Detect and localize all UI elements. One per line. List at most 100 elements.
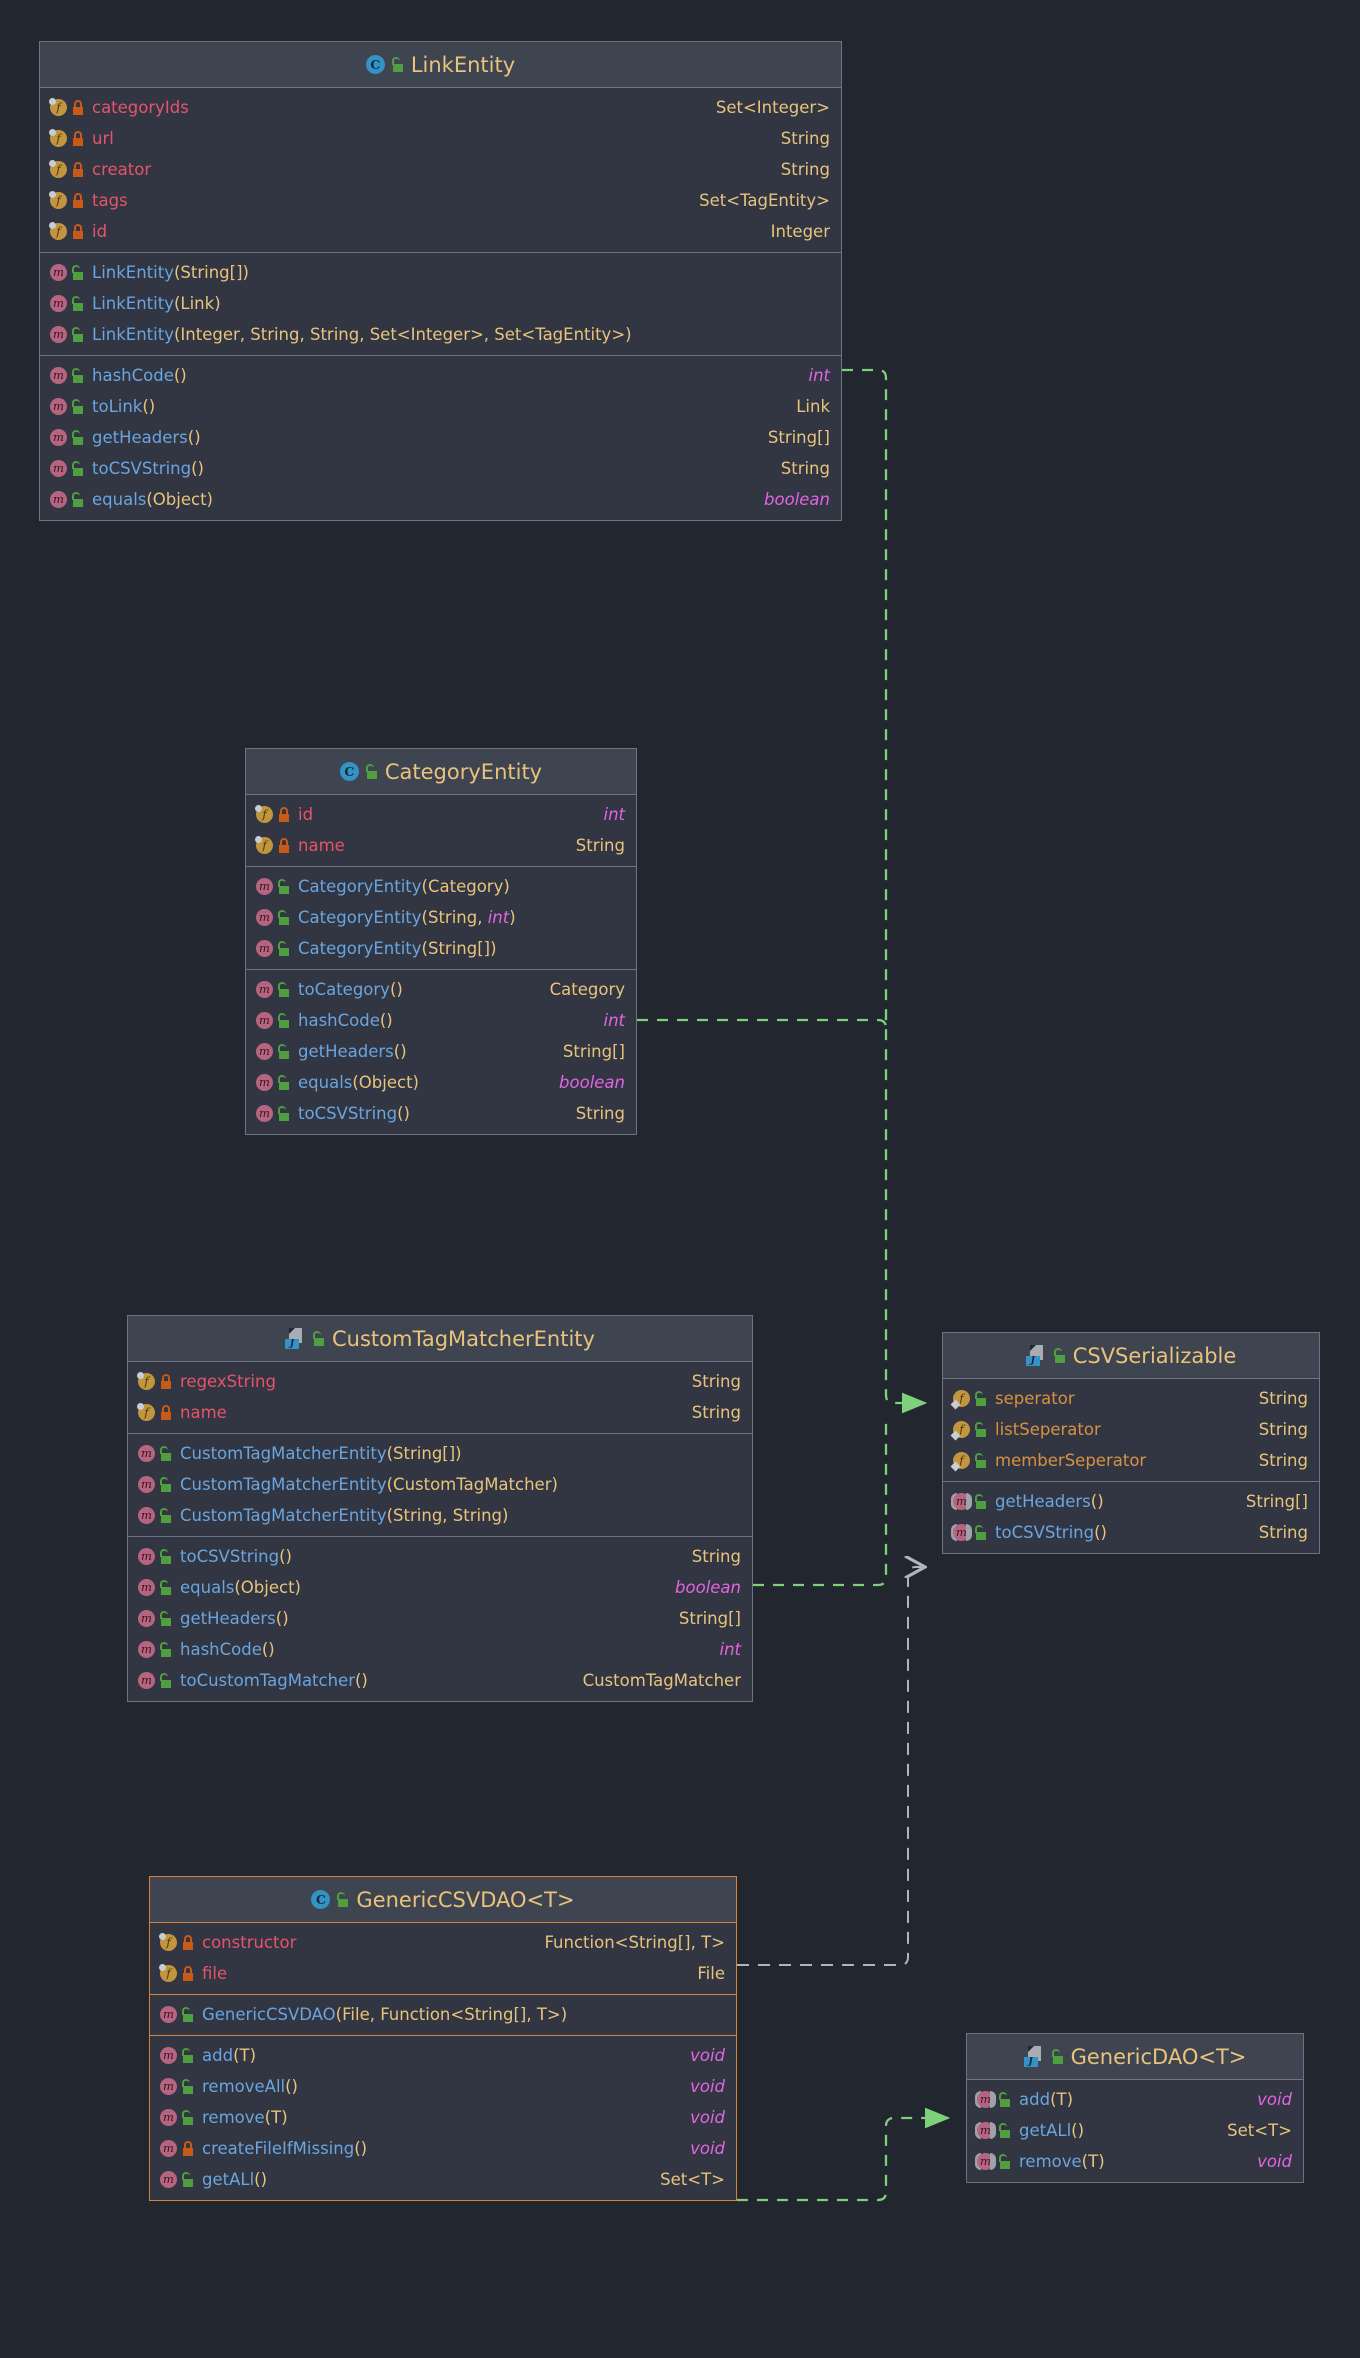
class-box-csvserializable[interactable]: J CSVSerializable f seperator String f l…: [942, 1332, 1320, 1554]
field-row[interactable]: f categoryIds Set<Integer>: [40, 92, 841, 123]
field-row[interactable]: f name String: [128, 1397, 752, 1428]
class-title: CSVSerializable: [1072, 1343, 1237, 1368]
return-type: String: [1258, 1523, 1308, 1542]
return-type: void: [690, 2139, 725, 2158]
method-signature: getALl(): [1019, 2121, 1085, 2140]
private-lock-icon: [72, 193, 84, 208]
public-unlocked-icon: [975, 1422, 987, 1437]
field-row[interactable]: f tags Set<TagEntity>: [40, 185, 841, 216]
class-header-linkentity: C LinkEntity: [40, 42, 841, 88]
field-row[interactable]: f regexString String: [128, 1366, 752, 1397]
method-row[interactable]: m hashCode() int: [246, 1005, 636, 1036]
class-box-genericdao[interactable]: J GenericDAO<T> m add(T) void m getALl()…: [966, 2033, 1304, 2183]
method-icon: m: [255, 1042, 274, 1061]
class-header-customtagmatcherentity: J CustomTagMatcherEntity: [128, 1316, 752, 1362]
method-row[interactable]: m equals(Object) boolean: [40, 484, 841, 515]
private-lock-icon: [160, 1405, 172, 1420]
return-type: Set<T>: [1227, 2121, 1292, 2140]
class-box-customtagmatcherentity[interactable]: J CustomTagMatcherEntity f regexString S…: [127, 1315, 753, 1702]
method-row[interactable]: m getALl() Set<T>: [967, 2115, 1303, 2146]
field-row[interactable]: f file File: [150, 1958, 736, 1989]
java-file-icon: J: [285, 1328, 306, 1349]
constructor-row[interactable]: m CustomTagMatcherEntity(String, String): [128, 1500, 752, 1531]
method-row[interactable]: m toCategory() Category: [246, 974, 636, 1005]
methods-section: m getHeaders() String[] m toCSVString() …: [943, 1481, 1319, 1553]
method-signature: equals(Object): [180, 1578, 301, 1597]
field-row[interactable]: f memberSeperator String: [943, 1445, 1319, 1476]
method-icon: m: [137, 1506, 156, 1525]
field-row[interactable]: f listSeperator String: [943, 1414, 1319, 1445]
method-row[interactable]: m getHeaders() String[]: [943, 1486, 1319, 1517]
method-row[interactable]: m remove(T) void: [150, 2102, 736, 2133]
method-row[interactable]: m toCustomTagMatcher() CustomTagMatcher: [128, 1665, 752, 1696]
method-row[interactable]: m toLink() Link: [40, 391, 841, 422]
private-lock-icon: [72, 100, 84, 115]
method-icon: m: [255, 939, 274, 958]
field-name: file: [202, 1964, 228, 1983]
public-unlocked-icon: [182, 2048, 194, 2063]
method-row[interactable]: m hashCode() int: [40, 360, 841, 391]
constructor-row[interactable]: m CategoryEntity(Category): [246, 871, 636, 902]
class-box-categoryentity[interactable]: C CategoryEntity f id int f name String: [245, 748, 637, 1135]
class-box-genericcsvdao[interactable]: C GenericCSVDAO<T> f constructor Functio…: [149, 1876, 737, 2201]
public-unlocked-icon: [182, 2079, 194, 2094]
method-row[interactable]: m removeAll() void: [150, 2071, 736, 2102]
method-row[interactable]: m remove(T) void: [967, 2146, 1303, 2177]
public-unlocked-icon: [72, 327, 84, 342]
field-row[interactable]: f name String: [246, 830, 636, 861]
method-signature: GenericCSVDAO(File, Function<String[], T…: [202, 2005, 568, 2024]
field-row[interactable]: f url String: [40, 123, 841, 154]
public-unlocked-icon: [999, 2154, 1011, 2169]
constructor-row[interactable]: m GenericCSVDAO(File, Function<String[],…: [150, 1999, 736, 2030]
method-row[interactable]: m toCSVString() String: [128, 1541, 752, 1572]
member-icons: m: [49, 428, 84, 447]
field-icon: f: [137, 1372, 156, 1391]
method-row[interactable]: m getHeaders() String[]: [246, 1036, 636, 1067]
field-row[interactable]: f seperator String: [943, 1383, 1319, 1414]
constructor-row[interactable]: m LinkEntity(Link): [40, 288, 841, 319]
member-icons: f: [950, 1420, 987, 1441]
constructor-row[interactable]: m LinkEntity(String[]): [40, 257, 841, 288]
method-icon: m: [137, 1475, 156, 1494]
method-row[interactable]: m add(T) void: [967, 2084, 1303, 2115]
method-row[interactable]: m hashCode() int: [128, 1634, 752, 1665]
return-type: boolean: [559, 1073, 625, 1092]
field-row[interactable]: f creator String: [40, 154, 841, 185]
method-icon: m: [137, 1444, 156, 1463]
field-name: name: [298, 836, 345, 855]
field-row[interactable]: f id int: [246, 799, 636, 830]
method-row[interactable]: m equals(Object) boolean: [246, 1067, 636, 1098]
constructor-row[interactable]: m LinkEntity(Integer, String, String, Se…: [40, 319, 841, 350]
class-header-genericdao: J GenericDAO<T>: [967, 2034, 1303, 2080]
public-unlocked-icon: [337, 1892, 349, 1907]
method-row[interactable]: m getHeaders() String[]: [40, 422, 841, 453]
method-row[interactable]: m toCSVString() String: [943, 1517, 1319, 1548]
constructor-row[interactable]: m CustomTagMatcherEntity(String[]): [128, 1438, 752, 1469]
public-unlocked-icon: [160, 1549, 172, 1564]
field-row[interactable]: f id Integer: [40, 216, 841, 247]
method-signature: CustomTagMatcherEntity(String[]): [180, 1444, 462, 1463]
field-name: listSeperator: [995, 1420, 1101, 1439]
constructor-row[interactable]: m CategoryEntity(String[]): [246, 933, 636, 964]
static-final-field-icon: f: [950, 1389, 971, 1410]
public-unlocked-icon: [999, 2123, 1011, 2138]
method-row[interactable]: m toCSVString() String: [40, 453, 841, 484]
method-row[interactable]: m getHeaders() String[]: [128, 1603, 752, 1634]
field-row[interactable]: f constructor Function<String[], T>: [150, 1927, 736, 1958]
class-header-csvserializable: J CSVSerializable: [943, 1333, 1319, 1379]
field-type: String: [691, 1372, 741, 1391]
method-row[interactable]: m equals(Object) boolean: [128, 1572, 752, 1603]
member-icons: m: [255, 1073, 290, 1092]
method-row[interactable]: m add(T) void: [150, 2040, 736, 2071]
member-icons: m: [255, 877, 290, 896]
method-signature: CustomTagMatcherEntity(String, String): [180, 1506, 509, 1525]
method-row[interactable]: m toCSVString() String: [246, 1098, 636, 1129]
constructor-row[interactable]: m CustomTagMatcherEntity(CustomTagMatche…: [128, 1469, 752, 1500]
method-row[interactable]: m getALl() Set<T>: [150, 2164, 736, 2195]
constructor-row[interactable]: m CategoryEntity(String, int): [246, 902, 636, 933]
method-row[interactable]: m createFileIfMissing() void: [150, 2133, 736, 2164]
field-type: String: [1258, 1451, 1308, 1470]
member-icons: m: [137, 1671, 172, 1690]
method-icon: m: [159, 2046, 178, 2065]
class-box-linkentity[interactable]: C LinkEntity f categoryIds Set<Integer> …: [39, 41, 842, 521]
